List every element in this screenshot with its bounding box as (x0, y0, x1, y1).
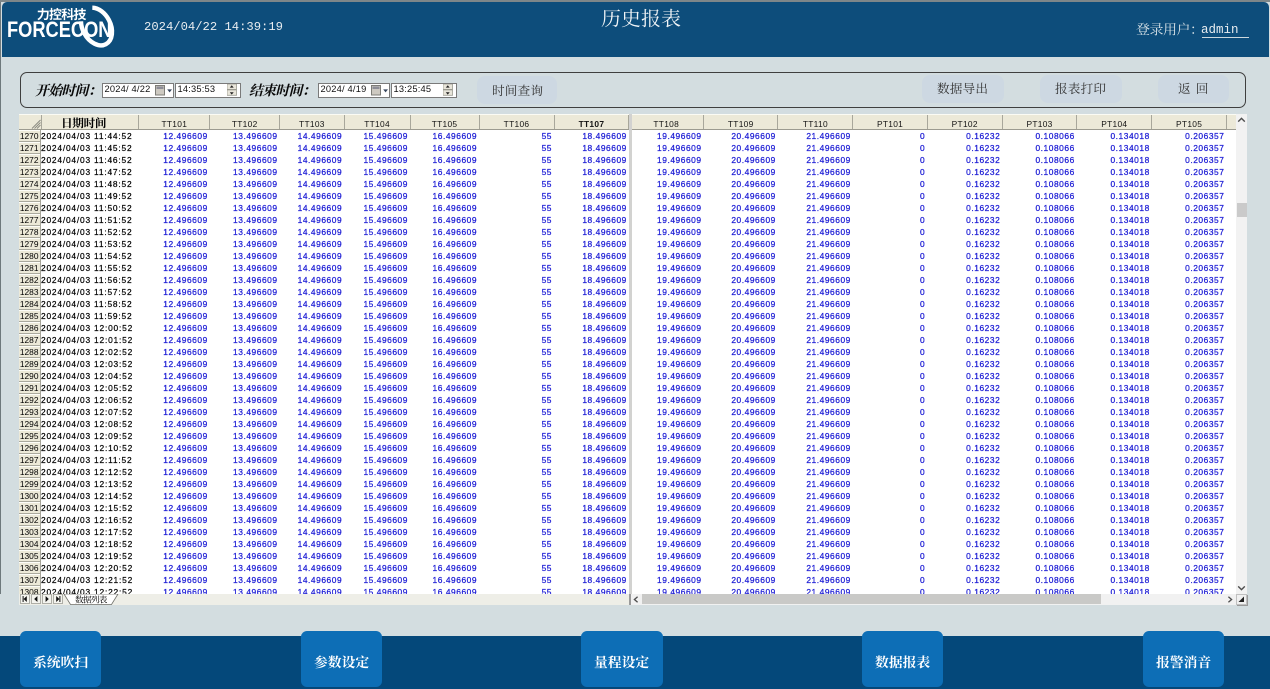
svg-text:FORCECON: FORCECON (7, 17, 112, 42)
